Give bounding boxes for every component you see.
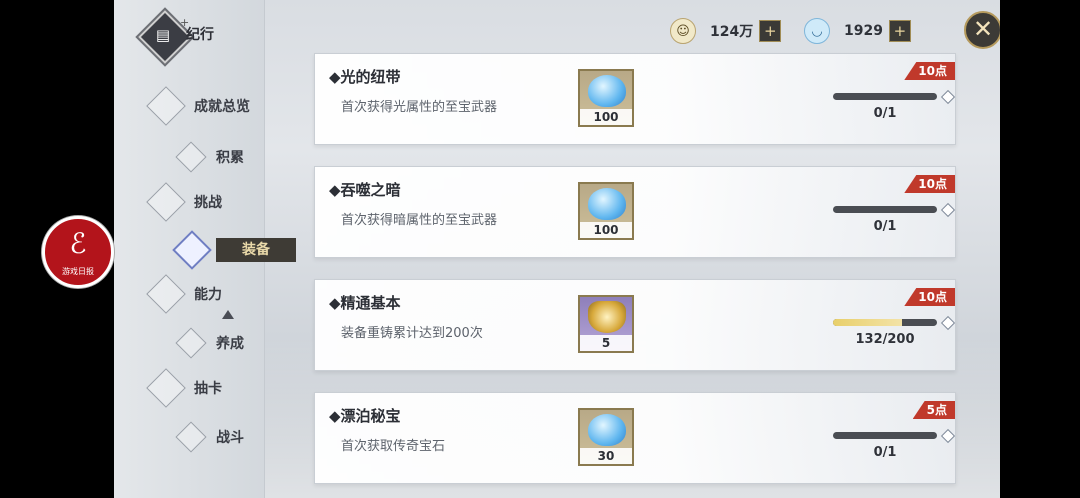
reward-count: 30 [580,448,632,464]
progress-text: 132/200 [855,332,915,347]
diamond-icon [146,182,186,222]
achievement-card: ◆精通基本 装备重铸累计达到200次 5 10点 132/200 [314,279,956,371]
star-marker-icon [940,428,955,444]
reward-item[interactable]: 100 [578,69,634,127]
reward-count: 100 [580,109,632,125]
points-badge: 10点 [904,175,955,193]
progress-bar [833,319,937,326]
gold-amount: 124万 [710,24,754,40]
water-slime-icon [588,75,626,107]
achievement-title: ◆漂泊秘宝 [329,407,401,425]
coin-icon: ☺ [670,18,696,44]
nav-item-ability[interactable]: 能力 [146,274,222,314]
water-slime-icon [588,188,626,220]
progress-bar [833,93,937,100]
screen: ▤ + 纪行 成就总览 积累 挑战 装备 能力 养成 抽卡 战斗 ☺ 124万 … [0,0,1080,498]
achievement-card: ◆光的纽带 首次获得光属性的至宝武器 100 10点 0/1 [314,53,956,145]
diamond-icon [146,368,186,408]
diamond-icon [146,86,186,126]
emblem-text: 游戏日报 [62,267,94,276]
close-button[interactable]: ✕ [964,11,1000,49]
star-marker-icon [940,202,955,218]
gem-amount: 1929 [844,23,883,39]
dragon-logo-icon: ℰ [69,227,87,260]
nav-label: 成就总览 [194,99,250,115]
page-title: 纪行 [186,27,214,43]
nav-label: 战斗 [216,430,244,446]
nav-label: 积累 [216,150,244,166]
diamond-icon [175,327,207,359]
progress-text: 0/1 [873,106,897,121]
progress-fill [833,319,902,326]
points-badge: 10点 [904,288,955,306]
book-icon: ▤ [155,26,171,44]
nav-item-challenge[interactable]: 挑战 [146,182,222,222]
star-marker-icon [940,89,955,105]
game-view: ▤ + 纪行 成就总览 积累 挑战 装备 能力 养成 抽卡 战斗 ☺ 124万 … [114,0,1000,498]
currency-gem: ◡ 1929 + [804,18,911,44]
achievement-title: ◆光的纽带 [329,68,401,86]
achievement-desc: 首次获取传奇宝石 [341,439,446,454]
currency-gold: ☺ 124万 + [670,18,782,44]
nav-item-gacha[interactable]: 抽卡 [146,368,222,408]
achievement-desc: 装备重铸累计达到200次 [341,326,483,341]
diamond-icon [175,421,207,453]
nav-item-cultivate[interactable]: 养成 [175,327,244,359]
reward-item[interactable]: 5 [578,295,634,353]
nav-item-overview[interactable]: 成就总览 [146,86,250,126]
nav-item-equipment[interactable]: 装备 [216,238,296,262]
achievement-desc: 首次获得暗属性的至宝武器 [341,213,498,228]
progress-text: 0/1 [873,445,897,460]
star-marker-icon [940,315,955,331]
nav-label: 挑战 [194,195,222,211]
progress-text: 0/1 [873,219,897,234]
reward-item[interactable]: 30 [578,408,634,466]
achievement-title: ◆吞噬之暗 [329,181,401,199]
points-badge: 10点 [904,62,955,80]
points-badge: 5点 [912,401,955,419]
progress-bar [833,206,937,213]
right-letterbox [1000,0,1080,498]
reward-count: 5 [580,335,632,351]
nav-item-battle[interactable]: 战斗 [175,421,244,453]
add-gold-button[interactable]: + [759,20,782,42]
nav-item-accumulate[interactable]: 积累 [175,141,244,173]
diamond-icon [175,141,207,173]
golden-key-icon [588,301,626,333]
achievement-desc: 首次获得光属性的至宝武器 [341,100,498,115]
watermark-emblem: ℰ 游戏日报 [42,216,114,288]
achievement-card: ◆吞噬之暗 首次获得暗属性的至宝武器 100 10点 0/1 [314,166,956,258]
nav-label: 能力 [194,287,222,303]
nav-label: 养成 [216,336,244,352]
slime-gem-icon: ◡ [804,18,830,44]
nav-label: 抽卡 [194,381,222,397]
reward-item[interactable]: 100 [578,182,634,240]
progress-bar [833,432,937,439]
reward-count: 100 [580,222,632,238]
water-slime-icon [588,414,626,446]
achievement-title: ◆精通基本 [329,294,401,312]
triangle-marker-icon [222,310,234,319]
diamond-icon [146,274,186,314]
add-gem-button[interactable]: + [888,20,911,42]
achievement-card: ◆漂泊秘宝 首次获取传奇宝石 30 5点 0/1 [314,392,956,484]
